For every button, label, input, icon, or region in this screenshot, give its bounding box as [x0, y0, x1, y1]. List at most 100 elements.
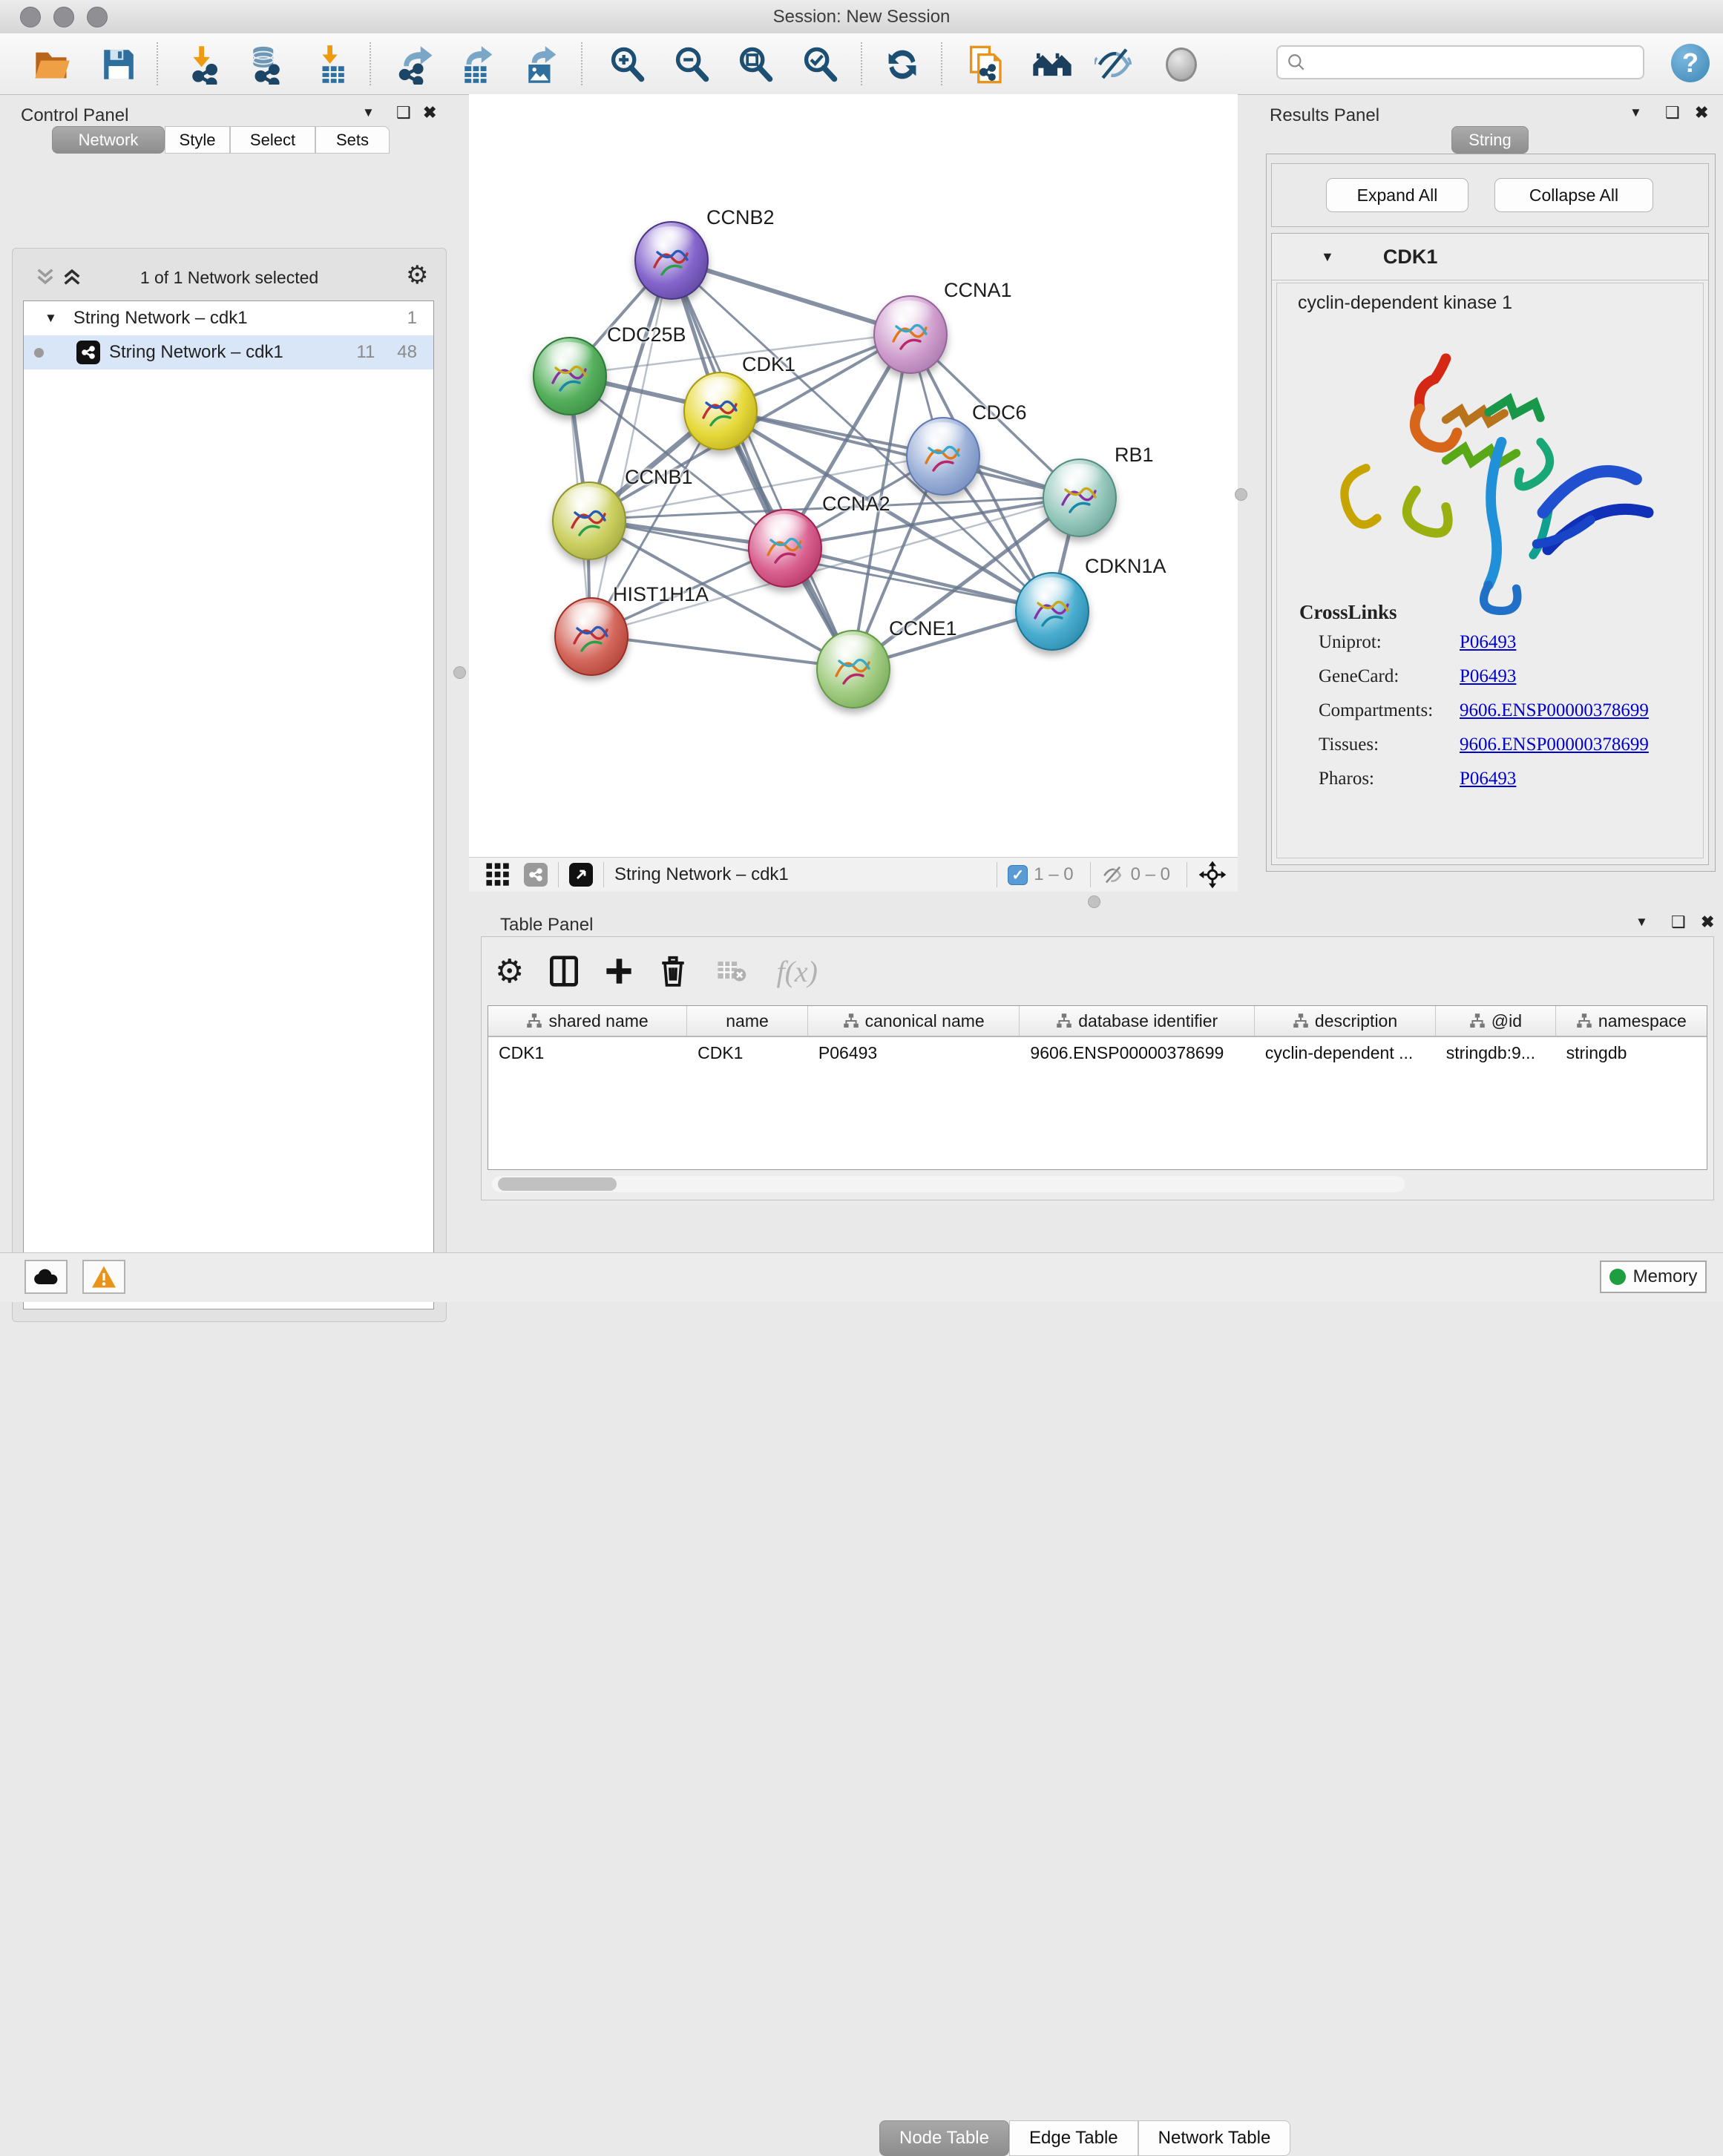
crosslink-genecard-link[interactable]: P06493 — [1460, 666, 1516, 687]
node-label-rb1: RB1 — [1115, 444, 1154, 467]
tab-network[interactable]: Network — [52, 126, 165, 154]
network-row-selected[interactable]: String Network – cdk1 11 48 — [24, 335, 433, 369]
save-session-icon[interactable] — [98, 44, 140, 85]
panel-float-icon[interactable]: ❑ — [1671, 913, 1686, 932]
detach-view-icon[interactable] — [569, 863, 593, 887]
selected-nodes-checkbox-icon[interactable]: ✓ — [1008, 865, 1028, 885]
expand-all-button[interactable]: Expand All — [1326, 178, 1468, 212]
network-view-canvas[interactable]: CCNB2CCNA1CDC25BCDK1CDC6RB1CCNB1CCNA2CDK… — [469, 94, 1238, 857]
panel-close-icon[interactable]: ✖ — [423, 103, 436, 122]
scrollbar-thumb[interactable] — [498, 1177, 617, 1191]
network-edge[interactable] — [784, 547, 1051, 610]
import-network-database-icon[interactable] — [244, 44, 286, 85]
tab-network-table[interactable]: Network Table — [1138, 2120, 1291, 2156]
table-tabs: Node Table Edge Table Network Table — [879, 2120, 1290, 2156]
network-options-gear-icon[interactable]: ⚙ — [406, 260, 428, 290]
panel-float-icon[interactable]: ❑ — [1665, 103, 1680, 122]
panel-collapse-icon[interactable]: ▼ — [1630, 105, 1642, 120]
cloud-status-button[interactable] — [24, 1260, 68, 1294]
tab-select[interactable]: Select — [230, 126, 315, 154]
zoom-in-icon[interactable] — [606, 44, 648, 85]
node-label-cdk1: CDK1 — [742, 353, 795, 376]
tab-edge-table[interactable]: Edge Table — [1009, 2120, 1138, 2156]
toolbar-separator — [157, 42, 158, 85]
import-network-file-icon[interactable] — [183, 44, 225, 85]
create-column-icon[interactable] — [604, 956, 634, 986]
function-builder-button[interactable]: f(x) — [776, 954, 818, 989]
tab-sets[interactable]: Sets — [315, 126, 390, 154]
zoom-out-icon[interactable] — [671, 44, 712, 85]
help-button[interactable]: ? — [1671, 44, 1710, 82]
crosslink-compartments-link[interactable]: 9606.ENSP00000378699 — [1460, 700, 1649, 721]
tab-style[interactable]: Style — [165, 126, 230, 154]
delete-table-icon[interactable] — [717, 959, 746, 984]
table-options-gear-icon[interactable]: ⚙ — [495, 953, 524, 990]
zoom-selected-icon[interactable] — [799, 44, 841, 85]
network-node-cdc6[interactable] — [906, 417, 980, 496]
network-collection-row[interactable]: ▼ String Network – cdk1 1 — [24, 301, 433, 335]
crosslink-label: Compartments: — [1319, 700, 1433, 721]
disclosure-triangle-icon[interactable]: ▼ — [45, 311, 57, 326]
left-splitter-handle[interactable] — [453, 666, 466, 679]
collapse-all-button[interactable]: Collapse All — [1494, 178, 1653, 212]
column-header: @id — [1436, 1006, 1556, 1036]
network-node-ccna2[interactable] — [748, 509, 822, 588]
network-node-ccnb2[interactable] — [634, 221, 709, 300]
network-view-type-icon[interactable] — [524, 863, 548, 887]
crosslink-tissues-link[interactable]: 9606.ENSP00000378699 — [1460, 734, 1649, 755]
node-table[interactable]: shared name name canonical name database… — [488, 1005, 1707, 1170]
protein-thumbnail — [565, 496, 612, 544]
gene-section: ▼ CDK1 cyclin-dependent kinase 1 — [1271, 233, 1709, 865]
panel-collapse-icon[interactable]: ▼ — [1635, 915, 1648, 930]
birds-eye-view-icon[interactable] — [485, 862, 511, 887]
node-label-cdc6: CDC6 — [972, 401, 1027, 424]
search-input[interactable] — [1276, 45, 1644, 79]
delete-column-icon[interactable] — [659, 955, 687, 987]
network-edge[interactable] — [590, 635, 852, 668]
network-edge[interactable] — [670, 259, 852, 668]
disclosure-triangle-icon[interactable]: ▼ — [1321, 249, 1334, 265]
show-graphics-details-icon[interactable] — [1161, 44, 1202, 85]
pan-crosshair-icon[interactable] — [1198, 860, 1227, 890]
export-network-icon[interactable] — [395, 44, 436, 85]
results-panel: Results Panel ▼ ❑ ✖ String Expand All Co… — [1261, 94, 1723, 911]
status-bar: Memory — [0, 1252, 1723, 1302]
hide-selected-icon[interactable] — [1094, 44, 1135, 85]
tab-node-table[interactable]: Node Table — [879, 2120, 1009, 2156]
memory-button[interactable]: Memory — [1600, 1261, 1707, 1293]
network-node-rb1[interactable] — [1043, 459, 1117, 537]
crosslink-uniprot-link[interactable]: P06493 — [1460, 632, 1516, 653]
new-network-from-selection-icon[interactable] — [966, 44, 1008, 85]
network-node-ccne1[interactable] — [816, 630, 890, 709]
toolbar-separator — [861, 42, 862, 85]
bottom-splitter-handle[interactable] — [1088, 895, 1100, 908]
right-splitter-handle[interactable] — [1235, 488, 1247, 501]
network-node-ccna1[interactable] — [873, 295, 948, 374]
panel-collapse-icon[interactable]: ▼ — [362, 105, 375, 120]
table-row[interactable]: CDK1 CDK1 P06493 9606.ENSP00000378699 cy… — [488, 1037, 1707, 1068]
network-node-hist1h1a[interactable] — [554, 597, 629, 676]
import-table-icon[interactable] — [312, 44, 353, 85]
zoom-fit-icon[interactable] — [735, 44, 776, 85]
tab-string[interactable]: String — [1451, 126, 1529, 154]
first-neighbors-icon[interactable] — [1031, 44, 1073, 85]
panel-close-icon[interactable]: ✖ — [1701, 913, 1714, 932]
toolbar-separator — [941, 42, 942, 85]
warning-status-button[interactable] — [82, 1260, 125, 1294]
show-columns-icon[interactable] — [549, 955, 579, 987]
refresh-view-icon[interactable] — [882, 44, 923, 85]
panel-float-icon[interactable]: ❑ — [396, 103, 411, 122]
gene-section-header[interactable]: ▼ CDK1 — [1272, 234, 1708, 280]
panel-close-icon[interactable]: ✖ — [1695, 103, 1708, 122]
network-edge-count: 48 — [397, 342, 417, 363]
network-node-cdkn1a[interactable] — [1015, 572, 1089, 651]
table-horizontal-scrollbar[interactable] — [492, 1176, 1405, 1192]
network-node-cdk1[interactable] — [683, 372, 758, 450]
export-image-icon[interactable] — [519, 44, 561, 85]
hidden-eye-icon[interactable] — [1101, 865, 1125, 884]
crosslink-pharos-link[interactable]: P06493 — [1460, 769, 1516, 789]
network-node-cdc25b[interactable] — [533, 337, 607, 415]
network-node-ccnb1[interactable] — [552, 482, 626, 560]
export-table-icon[interactable] — [456, 44, 497, 85]
open-session-icon[interactable] — [31, 44, 73, 85]
